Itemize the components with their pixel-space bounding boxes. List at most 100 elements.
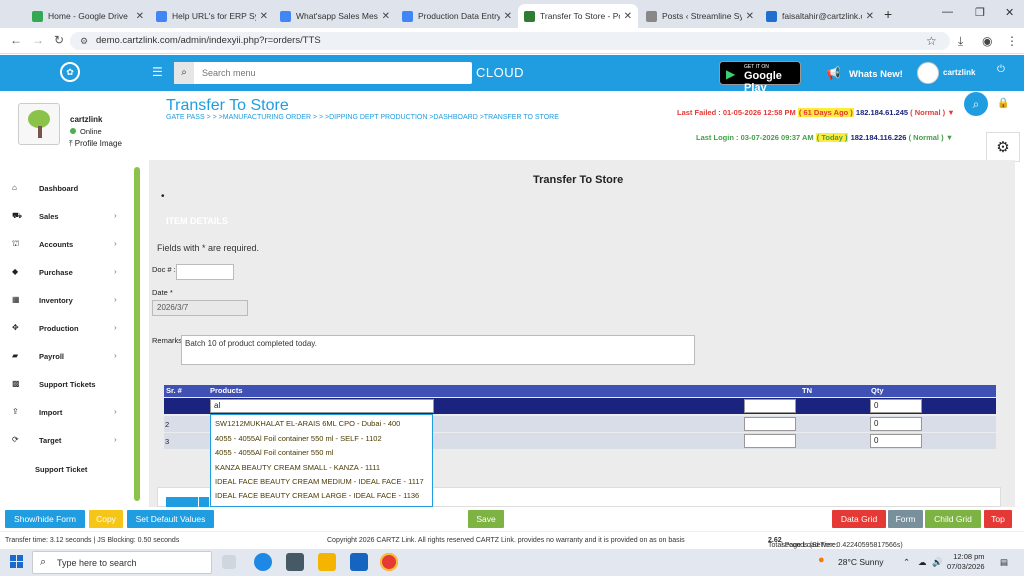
tn-input[interactable] [744,399,796,413]
browser-tab[interactable]: faisaltahir@cartzlink.com ✕ [760,4,880,28]
forward-icon[interactable]: → [32,33,44,47]
power-icon[interactable]: ⏻ [997,64,1005,75]
tn-input[interactable] [744,417,796,431]
form-button[interactable]: Form [888,510,923,528]
lock-icon[interactable]: 🔒 [997,98,1009,109]
product-input[interactable]: al [210,399,434,413]
caret-down-icon[interactable]: ▼ [946,133,953,142]
url-field[interactable]: demo.cartzlink.com/admin/indexyii.php?r=… [70,32,950,50]
doc-number-input[interactable] [176,264,234,280]
autocomplete-option[interactable]: IDEAL FACE BEAUTY CREAM MEDIUM - IDEAL F… [215,477,424,486]
header-username[interactable]: cartzlink [943,68,975,77]
date-label: Date * [152,288,173,297]
search-icon[interactable]: ⌕ [174,62,194,84]
megaphone-icon[interactable]: 📢 [826,66,841,80]
task-view-icon[interactable] [222,555,236,569]
more-menu-icon[interactable]: ⋮ [1006,34,1018,48]
qty-input[interactable]: 0 [870,399,922,413]
tn-input[interactable] [744,434,796,448]
outlook-icon[interactable] [350,553,368,571]
weather-text[interactable]: 28°C Sunny [838,557,883,567]
top-button[interactable]: Top [984,510,1012,528]
caret-down-icon[interactable]: ▼ [947,108,954,117]
browser-tab[interactable]: Production Data Entry ✕ [396,4,518,28]
profile-image-link[interactable]: ⤒ Profile Image [69,139,122,149]
minimize-icon[interactable]: — [942,6,953,18]
company-logo-icon[interactable]: ✿ [60,62,80,82]
taskbar-search[interactable]: ⌕ Type here to search [32,551,212,574]
close-icon[interactable]: ✕ [256,11,268,22]
new-tab-icon[interactable]: + [884,6,892,22]
account-icon[interactable]: ◉ [982,34,992,48]
clock[interactable]: 12:08 pm 07/03/2026 [947,552,985,572]
close-icon[interactable]: ✕ [500,11,512,22]
set-default-values-button[interactable]: Set Default Values [127,510,214,528]
hamburger-menu-icon[interactable]: ☰ [152,65,163,79]
child-grid-button[interactable]: Child Grid [925,510,981,528]
autocomplete-option[interactable]: 4055 - 4055Al Foil container 550 ml [215,448,333,457]
show-hide-form-button[interactable]: Show/hide Form [5,510,85,528]
browser-tab[interactable]: Posts ‹ Streamline System ✕ [640,4,760,28]
close-icon[interactable]: ✕ [742,11,754,22]
sidebar-item-purchase[interactable]: ◆ Purchase › [0,263,130,283]
tray-chevron-icon[interactable]: ⌃ [903,557,910,568]
edge-icon[interactable] [254,553,272,571]
close-icon[interactable]: ✕ [620,11,632,22]
qty-input[interactable]: 0 [870,434,922,448]
breadcrumb[interactable]: GATE PASS > > >MANUFACTURING ORDER > > >… [166,114,559,121]
save-button[interactable]: Save [468,510,504,528]
back-icon[interactable]: ← [10,33,22,47]
remarks-textarea[interactable]: Batch 10 of product completed today. [181,335,695,365]
sidebar-item-production[interactable]: ✥ Production › [0,319,130,339]
partial-button[interactable] [166,497,198,507]
mail-icon [766,10,777,22]
close-icon[interactable]: ✕ [378,11,390,22]
network-icon[interactable]: ☁ [918,557,927,568]
tag-icon: ◆ [12,267,19,276]
chrome-icon[interactable] [380,553,398,571]
sidebar-item-dashboard[interactable]: ⌂ Dashboard [0,179,130,199]
store-icon[interactable] [286,553,304,571]
gear-icon[interactable]: ⚙ [986,132,1020,162]
google-play-badge[interactable]: ▶ GET IT ON Google Play [719,61,801,94]
copy-button[interactable]: Copy [89,510,123,528]
browser-tab[interactable]: Help URL's for ERP System ✕ [150,4,274,28]
sidebar-item-label: Payroll [39,352,65,361]
close-icon[interactable]: ✕ [862,11,874,22]
sidebar-item-support-tickets[interactable]: ▩ Support Tickets [0,375,130,395]
reload-icon[interactable]: ↻ [54,33,64,47]
partial-button[interactable] [199,497,209,507]
sidebar-item-target[interactable]: ⟳ Target › [0,431,130,451]
sidebar-item-accounts[interactable]: ⛫ Accounts › [0,235,130,255]
download-icon[interactable]: ⤓ [958,34,963,49]
sidebar-item-import[interactable]: ⇪ Import › [0,403,130,423]
notification-icon[interactable]: ▤ [1000,557,1008,568]
bookmark-star-icon[interactable]: ☆ [926,34,937,48]
browser-tab[interactable]: Home - Google Drive ✕ [26,4,150,28]
autocomplete-option[interactable]: KANZA BEAUTY CREAM SMALL - KANZA - 1111 [215,463,380,472]
windows-start-icon[interactable] [10,555,24,569]
file-explorer-icon[interactable] [318,553,336,571]
volume-icon[interactable]: 🔊 [932,557,943,568]
browser-tab[interactable]: What'sapp Sales Message ✕ [274,4,396,28]
date-input[interactable]: 2026/3/7 [152,300,248,316]
sidebar-item-sales[interactable]: ⛟ Sales › [0,207,130,227]
search-icon[interactable]: ⌕ [964,92,988,116]
autocomplete-option[interactable]: SW1212MUKHALAT EL-ARAIS 6ML CPO - Dubai … [215,419,400,428]
window-close-icon[interactable]: ✕ [1005,6,1014,19]
avatar[interactable] [917,62,939,84]
sidebar-item-payroll[interactable]: ▰ Payroll › [0,347,130,367]
search-menu-input[interactable] [196,62,466,84]
close-icon[interactable]: ✕ [132,11,144,22]
restore-icon[interactable]: ❐ [975,6,985,19]
qty-input[interactable]: 0 [870,417,922,431]
sidebar-item-support-ticket[interactable]: Support Ticket [0,460,130,480]
browser-tab-active[interactable]: Transfer To Store - Power ✕ [518,4,638,28]
sidebar-item-inventory[interactable]: ▦ Inventory › [0,291,130,311]
site-info-icon[interactable]: ⚙ [80,36,88,47]
whats-new-link[interactable]: Whats New! [849,69,903,80]
autocomplete-option[interactable]: 4055 - 4055Al Foil container 550 ml - SE… [215,434,382,443]
autocomplete-option[interactable]: IDEAL FACE BEAUTY CREAM LARGE - IDEAL FA… [215,491,419,500]
data-grid-button[interactable]: Data Grid [832,510,886,528]
sidebar-scrollbar[interactable] [134,167,140,501]
